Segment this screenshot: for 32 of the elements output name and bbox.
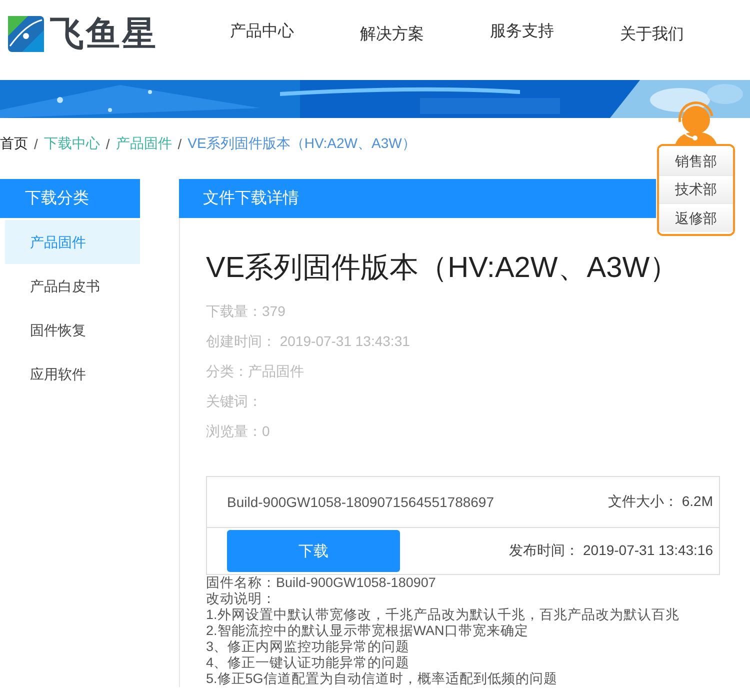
breadcrumb-link[interactable]: 首页 (0, 135, 28, 153)
detail-text: 创建时间： 2019-07-31 13:43:31 (206, 332, 411, 351)
detail-text: 关键词： (206, 392, 263, 411)
detail-text: 分类：产品固件 (206, 362, 305, 381)
note-text: 改动说明： (206, 591, 277, 607)
detail-text: 下载量：379 (206, 302, 286, 321)
note-text: 固件名称：Build-900GW1058-180907 (206, 575, 437, 591)
release-time: 发布时间： 2019-07-31 13:43:16 (509, 542, 713, 560)
breadcrumb-separator: / (106, 136, 110, 152)
support-button[interactable]: 销售部 (659, 148, 733, 176)
logo-text: 飞鱼星 (50, 14, 158, 55)
page-title: VE系列固件版本（HV:A2W、A3W） (206, 251, 680, 286)
note-text: 2.智能流控中的默认显示带宽根据WAN口带宽来确定 (206, 623, 530, 639)
detail-text: 浏览量：0 (206, 422, 271, 441)
note-text: 3、修正内网监控功能异常的问题 (206, 639, 411, 655)
panel-title: 文件下载详情 (203, 190, 299, 207)
sidebar-item[interactable]: 产品白皮书 (5, 264, 140, 308)
note-text: 1.外网设置中默认带宽修改，千兆产品改为默认千兆，百兆产品改为默认百兆 (206, 607, 680, 623)
sidebar-item[interactable]: 固件恢复 (5, 308, 140, 352)
nav-link[interactable]: 产品中心 (230, 22, 360, 45)
logo-icon (8, 16, 44, 52)
note-text: 5.修正5G信道配置为自动信道时，概率适配到低频的问题 (206, 671, 558, 687)
sidebar-item[interactable]: 应用软件 (5, 352, 140, 396)
nav-link[interactable]: 关于我们 (620, 22, 750, 45)
sidebar-title: 下载分类 (0, 179, 140, 218)
nav-link[interactable]: 服务支持 (490, 22, 620, 45)
note-text: 4、修正一键认证功能异常的问题 (206, 655, 411, 671)
file-size: 文件大小： 6.2M (608, 493, 713, 511)
breadcrumb-separator: / (34, 136, 38, 152)
breadcrumb-separator: / (178, 136, 182, 152)
file-name: Build-900GW1058-1809071564551788697 (227, 494, 494, 510)
nav-link[interactable]: 解决方案 (360, 22, 490, 45)
